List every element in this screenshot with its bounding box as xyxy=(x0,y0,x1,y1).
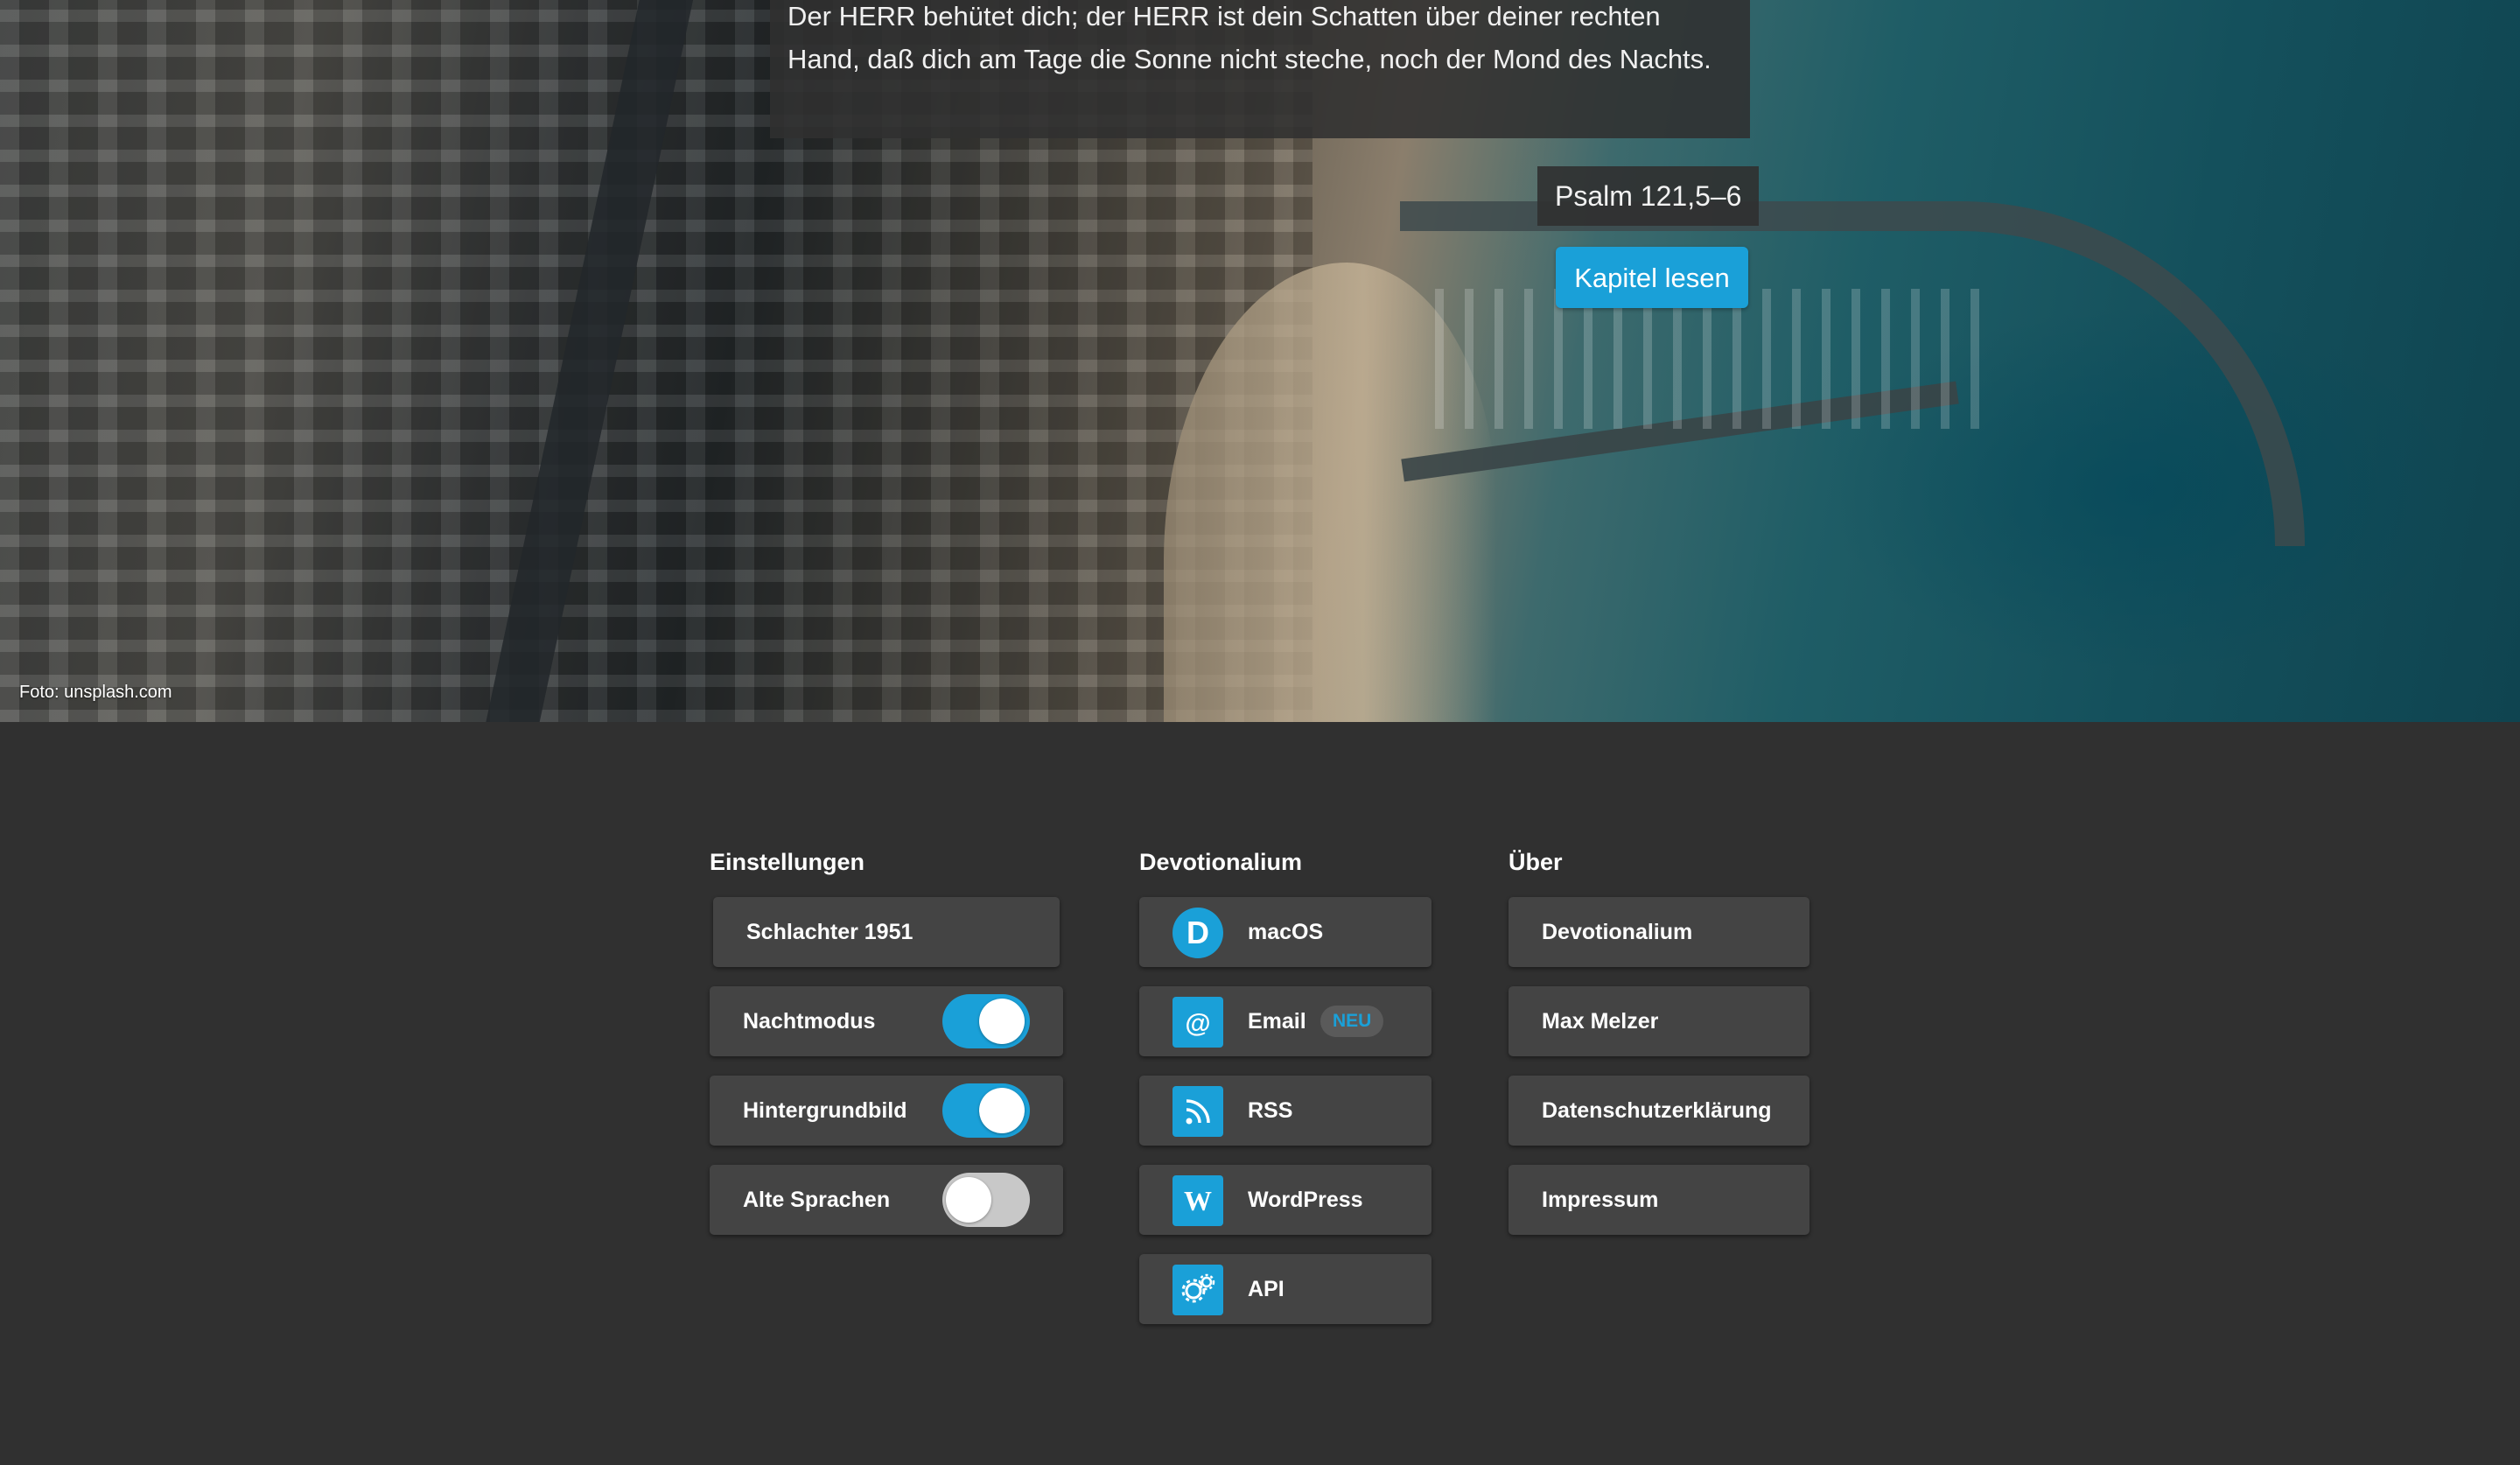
link-label: WordPress xyxy=(1248,1188,1363,1212)
toggle-ancient-languages[interactable]: Alte Sprachen xyxy=(710,1165,1063,1235)
switch-knob xyxy=(979,1088,1025,1133)
hero-background-photo: Der HERR behütet dich; der HERR ist dein… xyxy=(0,0,2520,722)
svg-text:D: D xyxy=(1186,915,1209,950)
read-chapter-button[interactable]: Kapitel lesen xyxy=(1556,247,1748,308)
link-macos[interactable]: D macOS xyxy=(1139,897,1432,967)
background-image-switch[interactable] xyxy=(942,1083,1030,1138)
switch-knob xyxy=(946,1177,991,1223)
link-label: Devotionalium xyxy=(1542,920,1693,944)
new-badge: NEU xyxy=(1320,1006,1384,1037)
link-label: Impressum xyxy=(1542,1188,1659,1212)
about-link-privacy[interactable]: Datenschutzerklärung xyxy=(1508,1076,1810,1146)
photo-credit[interactable]: Foto: unsplash.com xyxy=(19,683,172,703)
svg-text:W: W xyxy=(1184,1185,1212,1216)
devotionalium-title: Devotionalium xyxy=(1139,849,1303,875)
rss-icon xyxy=(1172,1086,1223,1137)
toggle-label: Nachtmodus xyxy=(743,1009,876,1034)
boats xyxy=(1435,289,1995,429)
verse-box: Der HERR behütet dich; der HERR ist dein… xyxy=(770,0,1750,138)
link-api[interactable]: API xyxy=(1139,1254,1432,1324)
link-label: API xyxy=(1248,1277,1284,1301)
translation-select[interactable]: Schlachter 1951 xyxy=(713,897,1060,967)
toggle-background-image[interactable]: Hintergrundbild xyxy=(710,1076,1063,1146)
night-mode-switch[interactable] xyxy=(942,994,1030,1048)
link-label: RSS xyxy=(1248,1098,1293,1123)
at-icon: @ xyxy=(1172,997,1223,1048)
about-link-devotionalium[interactable]: Devotionalium xyxy=(1508,897,1810,967)
link-rss[interactable]: RSS xyxy=(1139,1076,1432,1146)
about-link-max-melzer[interactable]: Max Melzer xyxy=(1508,986,1810,1056)
link-label: Datenschutzerklärung xyxy=(1542,1098,1772,1123)
settings-title: Einstellungen xyxy=(710,849,865,875)
toggle-label: Alte Sprachen xyxy=(743,1188,891,1212)
settings-column: Einstellungen xyxy=(710,840,864,884)
verse-text: Der HERR behütet dich; der HERR ist dein… xyxy=(788,1,1712,74)
link-email[interactable]: @ Email NEU xyxy=(1139,986,1432,1056)
link-label: Max Melzer xyxy=(1542,1009,1659,1034)
about-link-imprint[interactable]: Impressum xyxy=(1508,1165,1810,1235)
about-column: Über xyxy=(1508,840,1563,884)
svg-text:@: @ xyxy=(1185,1009,1210,1038)
switch-knob xyxy=(979,999,1025,1044)
link-label: Email xyxy=(1248,1009,1306,1034)
ancient-languages-switch[interactable] xyxy=(942,1173,1030,1227)
d-logo-icon: D xyxy=(1172,908,1223,958)
verse-reference: Psalm 121,5–6 xyxy=(1537,166,1760,226)
toggle-night-mode[interactable]: Nachtmodus xyxy=(710,986,1063,1056)
about-title: Über xyxy=(1508,849,1563,875)
translation-label: Schlachter 1951 xyxy=(746,920,914,944)
link-wordpress[interactable]: W WordPress xyxy=(1139,1165,1432,1235)
toggle-label: Hintergrundbild xyxy=(743,1098,907,1123)
link-label: macOS xyxy=(1248,920,1324,944)
wordpress-icon: W xyxy=(1172,1175,1223,1226)
devotionalium-column: Devotionalium xyxy=(1139,840,1302,884)
gears-icon xyxy=(1172,1265,1223,1315)
